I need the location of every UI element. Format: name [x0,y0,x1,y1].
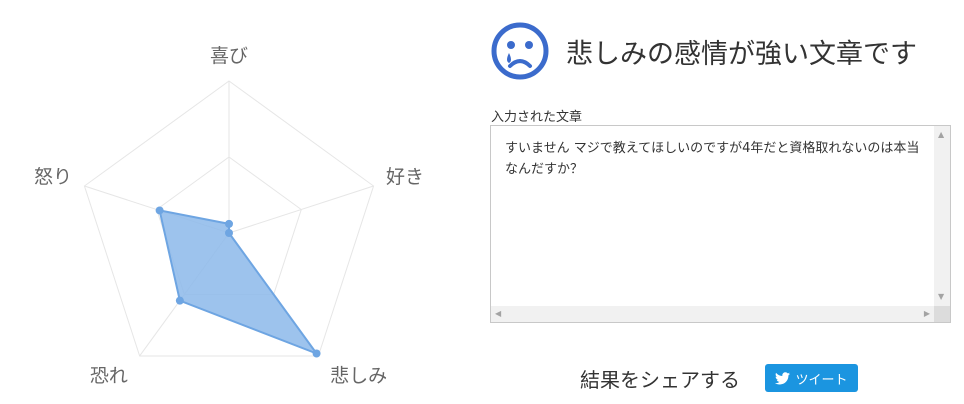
radar-axis-label: 悲しみ [330,365,387,387]
radar-data-area [158,209,320,356]
radar-axis-label: 怒り [34,166,72,188]
scroll-right-icon[interactable]: ▶ [924,309,930,319]
radar-axis-label: 恐れ [90,365,128,387]
share-label: 結果をシェアする [580,367,740,392]
radar-point [175,296,184,305]
emotion-radar-chart: 喜び好き悲しみ 恐れ 怒り [34,45,424,387]
horizontal-scrollbar[interactable]: ◀ ▶ [491,306,934,322]
sad-face-icon [491,22,549,80]
input-label: 入力された文章 [491,110,583,125]
scroll-up-icon[interactable]: ▲ [938,130,944,140]
radar-point [225,219,233,228]
input-textarea[interactable]: すいません マジで教えてほしいのですが4年だと資格取れないのは本当なんだすか？ … [490,125,951,323]
radar-point [312,349,321,358]
tweet-button[interactable]: ツイート [765,364,858,392]
input-text: すいません マジで教えてほしいのですが4年だと資格取れないのは本当なんだすか？ [505,141,920,177]
share-section: 結果をシェアする ツイート [580,362,858,394]
scroll-down-icon[interactable]: ▼ [938,292,944,302]
radar-axis-label: 喜び [210,45,248,67]
scroll-left-icon[interactable]: ◀ [495,309,501,319]
twitter-bird-icon [775,371,791,384]
radar-point [225,229,233,237]
scroll-corner [934,306,950,322]
vertical-scrollbar[interactable]: ▲ ▼ [934,126,950,306]
radar-axis-label: 好き [386,166,424,188]
radar-spoke [228,185,374,234]
tweet-label: ツイート [795,372,848,388]
radar-point [155,206,164,215]
result-title: 悲しみの感情が強い文章です [566,38,917,70]
result-header: 悲しみの感情が強い文章です [490,20,917,82]
